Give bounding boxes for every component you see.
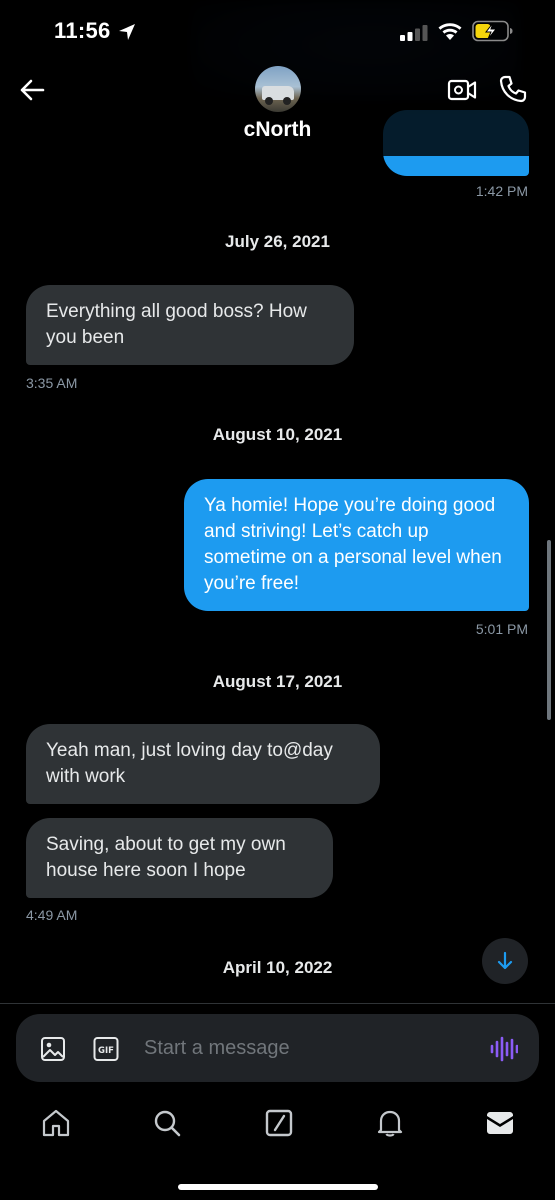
voice-message-icon[interactable] <box>490 1036 518 1062</box>
scrollbar-thumb[interactable] <box>547 540 551 720</box>
status-time: 11:56 <box>54 18 111 43</box>
message-timestamp: 5:01 PM <box>475 621 528 637</box>
image-icon[interactable] <box>40 1036 66 1062</box>
avatar[interactable] <box>255 66 301 112</box>
wifi-icon <box>438 23 462 40</box>
cellular-signal-icon <box>400 25 428 41</box>
gif-label: GIF <box>98 1046 114 1056</box>
location-arrow-icon <box>119 24 135 40</box>
video-call-icon[interactable] <box>447 76 477 104</box>
home-indicator[interactable] <box>178 1184 378 1190</box>
date-separator: August 10, 2021 <box>212 425 343 444</box>
back-arrow-icon[interactable] <box>18 76 46 104</box>
message-bubble-outgoing[interactable]: Ya homie! Hope you’re doing good and str… <box>184 479 529 611</box>
arrow-down-icon <box>497 951 513 970</box>
date-separator: April 10, 2022 <box>222 958 333 977</box>
message-input[interactable] <box>144 1032 464 1064</box>
message-bubble-incoming[interactable]: Saving, about to get my own house here s… <box>26 818 333 898</box>
scroll-to-bottom-button[interactable] <box>482 938 528 984</box>
home-icon[interactable] <box>41 1108 71 1138</box>
bottom-navigation <box>0 1098 555 1158</box>
date-separator: August 17, 2021 <box>212 672 343 691</box>
phone-icon[interactable] <box>498 74 528 104</box>
message-bubble-incoming[interactable]: Everything all good boss? How you been <box>26 285 354 365</box>
contact-name[interactable]: cNorth <box>0 118 555 142</box>
notifications-icon[interactable] <box>375 1108 405 1138</box>
message-timestamp: 3:35 AM <box>26 375 78 391</box>
date-separator: July 26, 2021 <box>225 232 330 251</box>
battery-charging-icon <box>472 20 513 42</box>
message-bubble-incoming[interactable]: Yeah man, just loving day to@day with wo… <box>26 724 380 804</box>
composer-divider <box>0 1003 555 1004</box>
status-bar: 11:56 <box>0 0 555 62</box>
message-timestamp: 1:42 PM <box>475 183 528 199</box>
message-composer: GIF <box>16 1014 539 1082</box>
message-timestamp: 4:49 AM <box>26 907 78 923</box>
grok-icon[interactable] <box>264 1108 294 1138</box>
search-icon[interactable] <box>152 1108 182 1138</box>
gif-icon[interactable]: GIF <box>93 1036 119 1062</box>
messages-icon[interactable] <box>485 1108 515 1138</box>
